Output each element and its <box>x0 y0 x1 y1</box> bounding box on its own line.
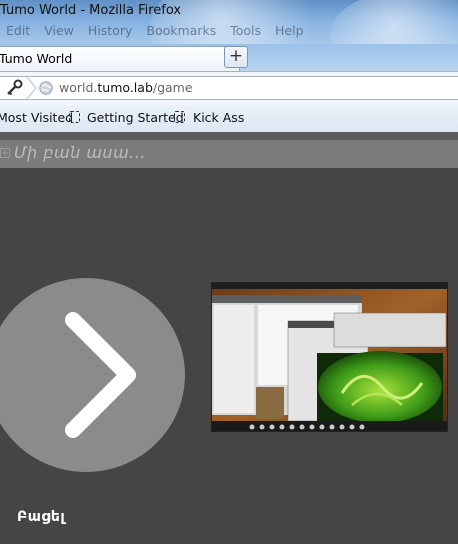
menu-item-help[interactable]: Help <box>275 23 304 41</box>
address-bar[interactable]: world.tumo.lab/game <box>0 76 458 100</box>
tab-tumo-world[interactable]: Tumo World × <box>0 46 240 71</box>
tab-strip: Tumo World × + <box>0 44 458 71</box>
menu-item-bookmarks[interactable]: Bookmarks <box>146 23 216 41</box>
open-label[interactable]: Բացել <box>17 509 65 525</box>
key-icon[interactable] <box>5 79 23 97</box>
window-titlebar: Tumo World - Mozilla Firefox Edit View H… <box>0 0 458 46</box>
next-button[interactable] <box>0 278 185 472</box>
menu-bar: Edit View History Bookmarks Tools Help <box>0 23 318 41</box>
url-host: tumo.lab <box>97 80 153 95</box>
expand-icon[interactable] <box>0 148 12 160</box>
chat-placeholder: Մի բան ասա... <box>14 143 146 162</box>
tab-label: Tumo World <box>0 51 73 66</box>
menu-item-view[interactable]: View <box>44 23 74 41</box>
bookmark-folder-icon <box>69 111 80 123</box>
desktop-preview-image <box>212 283 447 431</box>
chevron-right-icon <box>65 312 136 438</box>
bookmark-most-visited[interactable]: Most Visited <box>0 110 73 125</box>
window-title: Tumo World - Mozilla Firefox <box>0 3 182 18</box>
new-tab-button[interactable]: + <box>224 46 248 68</box>
menu-item-history[interactable]: History <box>88 23 132 41</box>
bookmark-kick-ass[interactable]: Kick Ass <box>193 110 244 125</box>
chat-input-bar[interactable]: Մի բան ասա... <box>0 140 458 168</box>
bookmarks-toolbar: Most Visited Getting Started Kick Ass <box>0 105 458 133</box>
identity-separator-icon <box>26 76 37 100</box>
menu-item-edit[interactable]: Edit <box>6 23 30 41</box>
url-path: /game <box>152 80 193 95</box>
navigation-bar: world.tumo.lab/game <box>0 71 458 106</box>
url-prefix: world. <box>59 80 98 95</box>
bookmark-getting-started[interactable]: Getting Started <box>87 110 184 125</box>
globe-icon <box>39 81 53 95</box>
menu-item-tools[interactable]: Tools <box>230 23 261 41</box>
url-text: world.tumo.lab/game <box>59 80 193 95</box>
bookmark-folder-icon <box>174 111 185 123</box>
background-highlight <box>330 0 458 46</box>
page-top-strip <box>0 132 458 140</box>
desktop-screenshot-thumbnail[interactable] <box>211 282 448 432</box>
